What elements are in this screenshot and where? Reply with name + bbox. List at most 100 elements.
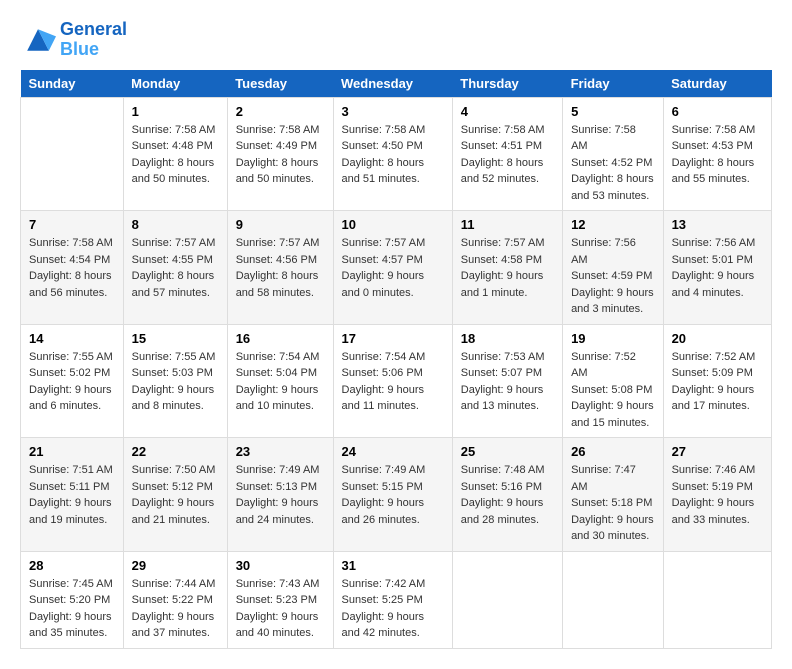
day-number: 22 xyxy=(132,444,219,459)
calendar-cell: 14 Sunrise: 7:55 AMSunset: 5:02 PMDayligh… xyxy=(21,324,124,438)
day-info: Sunrise: 7:58 AMSunset: 4:52 PMDaylight:… xyxy=(571,122,655,205)
header-saturday: Saturday xyxy=(663,70,771,98)
day-number: 30 xyxy=(236,558,325,573)
day-number: 14 xyxy=(29,331,115,346)
calendar-cell: 20 Sunrise: 7:52 AMSunset: 5:09 PMDayligh… xyxy=(663,324,771,438)
day-number: 23 xyxy=(236,444,325,459)
day-info: Sunrise: 7:58 AMSunset: 4:51 PMDaylight:… xyxy=(461,122,554,188)
day-info: Sunrise: 7:44 AMSunset: 5:22 PMDaylight:… xyxy=(132,576,219,642)
week-row-1: 1Sunrise: 7:58 AMSunset: 4:48 PMDaylight… xyxy=(21,97,772,211)
day-number: 31 xyxy=(342,558,444,573)
calendar-cell: 27 Sunrise: 7:46 AMSunset: 5:19 PMDayligh… xyxy=(663,438,771,552)
day-info: Sunrise: 7:46 AMSunset: 5:19 PMDaylight:… xyxy=(672,462,763,528)
day-number: 25 xyxy=(461,444,554,459)
day-info: Sunrise: 7:56 AMSunset: 5:01 PMDaylight:… xyxy=(672,235,763,301)
logo-icon xyxy=(20,22,56,58)
day-number: 15 xyxy=(132,331,219,346)
day-info: Sunrise: 7:57 AMSunset: 4:55 PMDaylight:… xyxy=(132,235,219,301)
calendar-cell: 7 Sunrise: 7:58 AMSunset: 4:54 PMDaylight… xyxy=(21,211,124,325)
day-info: Sunrise: 7:58 AMSunset: 4:48 PMDaylight:… xyxy=(132,122,219,188)
calendar-cell: 6 Sunrise: 7:58 AMSunset: 4:53 PMDaylight… xyxy=(663,97,771,211)
day-number: 18 xyxy=(461,331,554,346)
calendar-cell: 25 Sunrise: 7:48 AMSunset: 5:16 PMDayligh… xyxy=(452,438,562,552)
day-number: 6 xyxy=(672,104,763,119)
day-info: Sunrise: 7:52 AMSunset: 5:08 PMDaylight:… xyxy=(571,349,655,432)
day-info: Sunrise: 7:58 AMSunset: 4:53 PMDaylight:… xyxy=(672,122,763,188)
day-info: Sunrise: 7:55 AMSunset: 5:02 PMDaylight:… xyxy=(29,349,115,415)
calendar-cell: 1Sunrise: 7:58 AMSunset: 4:48 PMDaylight… xyxy=(123,97,227,211)
day-info: Sunrise: 7:49 AMSunset: 5:15 PMDaylight:… xyxy=(342,462,444,528)
calendar-cell: 31 Sunrise: 7:42 AMSunset: 5:25 PMDayligh… xyxy=(333,551,452,648)
calendar-cell xyxy=(563,551,664,648)
calendar-cell: 2 Sunrise: 7:58 AMSunset: 4:49 PMDaylight… xyxy=(227,97,333,211)
day-number: 27 xyxy=(672,444,763,459)
calendar-cell: 29 Sunrise: 7:44 AMSunset: 5:22 PMDayligh… xyxy=(123,551,227,648)
header-friday: Friday xyxy=(563,70,664,98)
calendar-cell: 5 Sunrise: 7:58 AMSunset: 4:52 PMDaylight… xyxy=(563,97,664,211)
calendar-cell: 19 Sunrise: 7:52 AMSunset: 5:08 PMDayligh… xyxy=(563,324,664,438)
day-number: 17 xyxy=(342,331,444,346)
day-info: Sunrise: 7:49 AMSunset: 5:13 PMDaylight:… xyxy=(236,462,325,528)
calendar-cell: 18Sunrise: 7:53 AMSunset: 5:07 PMDayligh… xyxy=(452,324,562,438)
day-info: Sunrise: 7:58 AMSunset: 4:49 PMDaylight:… xyxy=(236,122,325,188)
calendar-cell: 4Sunrise: 7:58 AMSunset: 4:51 PMDaylight… xyxy=(452,97,562,211)
day-number: 9 xyxy=(236,217,325,232)
calendar-cell: 16 Sunrise: 7:54 AMSunset: 5:04 PMDayligh… xyxy=(227,324,333,438)
day-number: 7 xyxy=(29,217,115,232)
calendar-cell: 10 Sunrise: 7:57 AMSunset: 4:57 PMDayligh… xyxy=(333,211,452,325)
logo: General Blue xyxy=(20,20,127,60)
day-info: Sunrise: 7:48 AMSunset: 5:16 PMDaylight:… xyxy=(461,462,554,528)
week-row-5: 28 Sunrise: 7:45 AMSunset: 5:20 PMDayligh… xyxy=(21,551,772,648)
day-number: 12 xyxy=(571,217,655,232)
day-number: 2 xyxy=(236,104,325,119)
day-number: 24 xyxy=(342,444,444,459)
header-sunday: Sunday xyxy=(21,70,124,98)
day-number: 11 xyxy=(461,217,554,232)
day-number: 29 xyxy=(132,558,219,573)
day-info: Sunrise: 7:50 AMSunset: 5:12 PMDaylight:… xyxy=(132,462,219,528)
day-number: 5 xyxy=(571,104,655,119)
day-info: Sunrise: 7:51 AMSunset: 5:11 PMDaylight:… xyxy=(29,462,115,528)
header-monday: Monday xyxy=(123,70,227,98)
calendar-cell: 3Sunrise: 7:58 AMSunset: 4:50 PMDaylight… xyxy=(333,97,452,211)
calendar-cell: 21 Sunrise: 7:51 AMSunset: 5:11 PMDayligh… xyxy=(21,438,124,552)
calendar-table: SundayMondayTuesdayWednesdayThursdayFrid… xyxy=(20,70,772,649)
calendar-cell: 23 Sunrise: 7:49 AMSunset: 5:13 PMDayligh… xyxy=(227,438,333,552)
day-info: Sunrise: 7:42 AMSunset: 5:25 PMDaylight:… xyxy=(342,576,444,642)
day-info: Sunrise: 7:58 AMSunset: 4:54 PMDaylight:… xyxy=(29,235,115,301)
calendar-cell xyxy=(663,551,771,648)
day-info: Sunrise: 7:57 AMSunset: 4:56 PMDaylight:… xyxy=(236,235,325,301)
day-info: Sunrise: 7:57 AMSunset: 4:57 PMDaylight:… xyxy=(342,235,444,301)
day-info: Sunrise: 7:47 AMSunset: 5:18 PMDaylight:… xyxy=(571,462,655,545)
day-number: 21 xyxy=(29,444,115,459)
day-info: Sunrise: 7:54 AMSunset: 5:04 PMDaylight:… xyxy=(236,349,325,415)
day-number: 19 xyxy=(571,331,655,346)
calendar-cell: 8 Sunrise: 7:57 AMSunset: 4:55 PMDaylight… xyxy=(123,211,227,325)
day-number: 13 xyxy=(672,217,763,232)
calendar-cell xyxy=(452,551,562,648)
day-info: Sunrise: 7:58 AMSunset: 4:50 PMDaylight:… xyxy=(342,122,444,188)
day-number: 8 xyxy=(132,217,219,232)
page-header: General Blue xyxy=(20,20,772,60)
calendar-cell: 28 Sunrise: 7:45 AMSunset: 5:20 PMDayligh… xyxy=(21,551,124,648)
logo-text: General Blue xyxy=(60,20,127,60)
calendar-cell: 13 Sunrise: 7:56 AMSunset: 5:01 PMDayligh… xyxy=(663,211,771,325)
day-info: Sunrise: 7:45 AMSunset: 5:20 PMDaylight:… xyxy=(29,576,115,642)
calendar-cell: 30Sunrise: 7:43 AMSunset: 5:23 PMDayligh… xyxy=(227,551,333,648)
week-row-2: 7 Sunrise: 7:58 AMSunset: 4:54 PMDaylight… xyxy=(21,211,772,325)
day-number: 16 xyxy=(236,331,325,346)
day-number: 20 xyxy=(672,331,763,346)
day-number: 28 xyxy=(29,558,115,573)
day-info: Sunrise: 7:56 AMSunset: 4:59 PMDaylight:… xyxy=(571,235,655,318)
calendar-cell: 15 Sunrise: 7:55 AMSunset: 5:03 PMDayligh… xyxy=(123,324,227,438)
calendar-cell: 17Sunrise: 7:54 AMSunset: 5:06 PMDayligh… xyxy=(333,324,452,438)
calendar-cell: 9 Sunrise: 7:57 AMSunset: 4:56 PMDaylight… xyxy=(227,211,333,325)
week-row-3: 14 Sunrise: 7:55 AMSunset: 5:02 PMDayligh… xyxy=(21,324,772,438)
calendar-cell: 22 Sunrise: 7:50 AMSunset: 5:12 PMDayligh… xyxy=(123,438,227,552)
day-info: Sunrise: 7:55 AMSunset: 5:03 PMDaylight:… xyxy=(132,349,219,415)
days-header-row: SundayMondayTuesdayWednesdayThursdayFrid… xyxy=(21,70,772,98)
day-number: 10 xyxy=(342,217,444,232)
day-info: Sunrise: 7:52 AMSunset: 5:09 PMDaylight:… xyxy=(672,349,763,415)
calendar-cell: 24 Sunrise: 7:49 AMSunset: 5:15 PMDayligh… xyxy=(333,438,452,552)
header-tuesday: Tuesday xyxy=(227,70,333,98)
